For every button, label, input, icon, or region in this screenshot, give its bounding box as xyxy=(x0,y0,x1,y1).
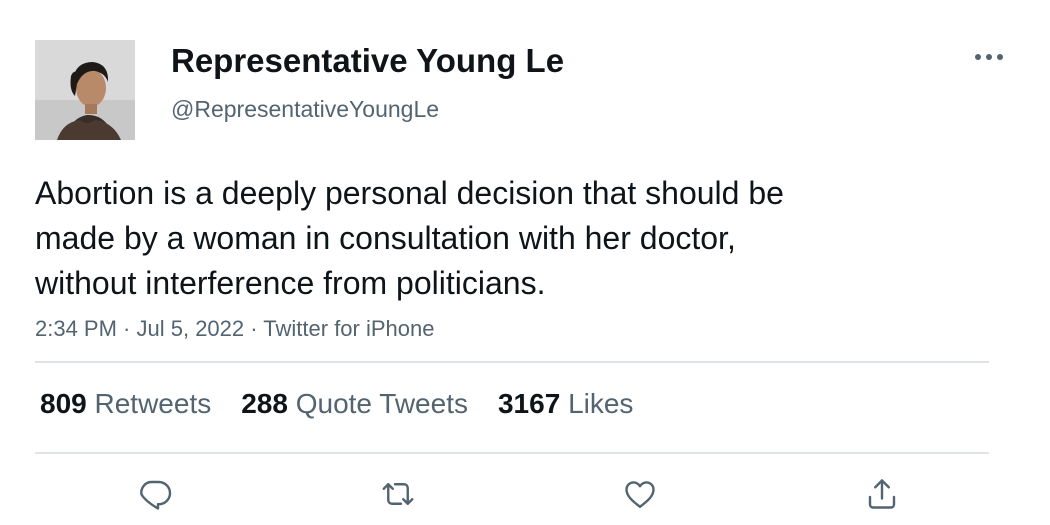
likes-label: Likes xyxy=(568,388,634,419)
tweet-stats: 809 Retweets 288 Quote Tweets 3167 Likes xyxy=(40,388,633,420)
tweet-text-line: made by a woman in consultation with her… xyxy=(35,220,736,256)
share-icon xyxy=(868,479,896,509)
tweet-text: Abortion is a deeply personal decision t… xyxy=(35,171,935,306)
tweet-time[interactable]: 2:34 PM xyxy=(35,316,117,341)
likes-count: 3167 xyxy=(497,388,561,419)
retweets-stat[interactable]: 809 Retweets xyxy=(40,388,211,420)
author-display-name[interactable]: Representative Young Le xyxy=(171,42,564,80)
share-button[interactable] xyxy=(862,474,902,514)
retweet-button[interactable] xyxy=(378,474,418,514)
reply-icon xyxy=(140,480,172,510)
author-handle[interactable]: @RepresentativeYoungLe xyxy=(171,96,439,123)
tweet-source[interactable]: Twitter for iPhone xyxy=(263,316,434,341)
quote-tweets-count: 288 xyxy=(241,388,288,419)
tweet-metadata: 2:34 PM · Jul 5, 2022 · Twitter for iPho… xyxy=(35,316,434,342)
more-horizontal-icon xyxy=(975,54,1003,60)
quote-tweets-stat[interactable]: 288 Quote Tweets xyxy=(241,388,468,420)
like-button[interactable] xyxy=(620,474,660,514)
heart-icon xyxy=(625,481,655,508)
tweet-card: Representative Young Le @RepresentativeY… xyxy=(0,0,1050,525)
avatar-photo xyxy=(35,40,135,140)
reply-button[interactable] xyxy=(135,474,175,514)
retweet-icon xyxy=(382,483,414,505)
divider xyxy=(35,361,989,363)
quote-tweets-label: Quote Tweets xyxy=(295,388,468,419)
avatar[interactable] xyxy=(35,40,135,140)
divider xyxy=(35,452,989,454)
retweets-label: Retweets xyxy=(94,388,212,419)
tweet-text-line: without interference from politicians. xyxy=(35,265,546,301)
tweet-date[interactable]: Jul 5, 2022 xyxy=(137,316,245,341)
retweets-count: 809 xyxy=(40,388,87,419)
meta-separator: · xyxy=(244,316,264,341)
tweet-text-line: Abortion is a deeply personal decision t… xyxy=(35,175,784,211)
likes-stat[interactable]: 3167 Likes xyxy=(498,388,633,420)
more-options-button[interactable] xyxy=(968,42,1010,72)
meta-separator: · xyxy=(116,316,137,341)
